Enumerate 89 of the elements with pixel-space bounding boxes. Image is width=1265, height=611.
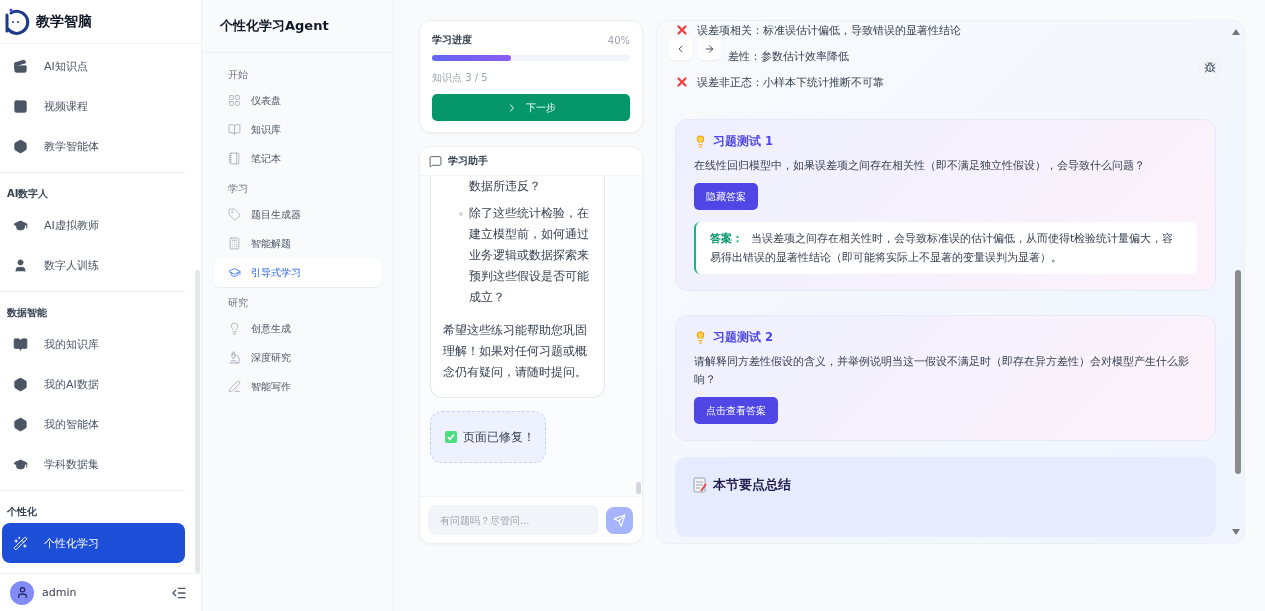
sidebar-item[interactable]: 我的知识库 [2, 324, 185, 364]
scrollbar[interactable] [195, 270, 200, 573]
nav-item[interactable]: 创意生成 [214, 314, 381, 343]
bug-icon [1204, 60, 1216, 74]
nav-item[interactable]: 仪表盘 [214, 86, 381, 115]
cross-icon [675, 23, 689, 37]
section-label: 数据智能 [6, 306, 48, 320]
cube-icon [13, 138, 28, 154]
microscope-icon [228, 351, 241, 364]
message-text: 希望这些练习能帮助您巩固理解！如果对任何习题或概念仍有疑问，请随时提问。 [443, 322, 588, 381]
send-icon [613, 513, 626, 527]
graduation-cap-icon [228, 266, 241, 279]
scrollbar[interactable] [636, 482, 641, 494]
sidebar-item[interactable]: 我的智能体 [2, 404, 185, 444]
lightbulb-icon [694, 135, 707, 148]
issue-text: 差性：参数估计效率降低 [728, 48, 849, 64]
quiz-title: 习题测试 2 [713, 330, 773, 345]
progress-title: 学习进度 [432, 33, 472, 47]
graduation-cap-icon [13, 217, 28, 233]
forward-button[interactable] [698, 37, 721, 60]
send-button[interactable] [606, 506, 633, 534]
sidebar-item[interactable]: AI知识点 [2, 46, 185, 86]
memo-icon [693, 477, 707, 493]
nav-item[interactable]: 智能写作 [214, 372, 381, 401]
sidebar-item[interactable]: 个性化学习 [2, 523, 185, 563]
sidebar-item[interactable]: 我的AI数据 [2, 364, 185, 404]
progress-percent: 40% [607, 34, 630, 46]
chat-title: 学习助手 [448, 154, 488, 168]
section-label: AI数字人 [6, 187, 50, 201]
sidebar-item[interactable]: 教学智能体 [2, 126, 185, 166]
nav-item[interactable]: 智能解题 [214, 229, 381, 258]
answer-toggle-button[interactable]: 点击查看答案 [694, 397, 778, 424]
sidebar-item[interactable]: 视频课程 [2, 86, 185, 126]
cross-icon [675, 75, 689, 89]
lightbulb-icon [694, 331, 707, 344]
scroll-down-icon[interactable] [1232, 529, 1240, 535]
scroll-up-icon[interactable] [1232, 29, 1240, 35]
arrow-right-icon [704, 42, 715, 55]
chat-icon [429, 154, 442, 168]
grid-icon [228, 94, 241, 107]
section-label: 学习 [227, 182, 249, 196]
message-input[interactable]: 有问题吗？尽管问... [428, 505, 599, 535]
nav-item[interactable]: 深度研究 [214, 343, 381, 372]
issue-text: 误差项相关：标准误估计偏低，导致错误的显著性结论 [697, 22, 961, 38]
quiz-title: 习题测试 1 [713, 134, 773, 149]
nav-item[interactable]: 知识库 [214, 115, 381, 144]
scrollbar-thumb[interactable] [1235, 270, 1241, 474]
nav-item[interactable]: 题目生成器 [214, 200, 381, 229]
calculator-icon [228, 237, 241, 250]
bullet-icon [459, 212, 463, 216]
logo-icon [4, 6, 30, 37]
sidebar-item[interactable]: AI虚拟教师 [2, 205, 185, 245]
section-label: 开始 [227, 68, 249, 82]
answer-text: 答案： 当误差项之间存在相关性时，会导致标准误的估计偏低，从而使得t检验统计量偏大，容易得出错误的显著性结论（即可能将实际上不显著的变量误判为显著）。 [710, 231, 1175, 266]
nav-item[interactable]: 笔记本 [214, 144, 381, 173]
issue-text: 误差非正态：小样本下统计推断不可靠 [697, 74, 884, 90]
bug-button[interactable] [1198, 55, 1222, 79]
wand-icon [13, 535, 28, 551]
panel-title: 个性化学习Agent [202, 0, 393, 53]
sidebar-item[interactable]: 数字人训练 [2, 245, 185, 285]
back-button[interactable] [669, 37, 692, 60]
quiz-question: 请解释同方差性假设的含义，并举例说明当这一假设不满足时（即存在异方差性）会对模型产生什么影响？ [694, 354, 1190, 388]
book-icon [13, 336, 28, 352]
user-name: admin [42, 586, 78, 599]
avatar[interactable] [10, 580, 34, 605]
summary-title: 本节要点总结 [713, 477, 791, 494]
next-button[interactable]: 下一步 [432, 94, 630, 121]
brand-title: 教学智脑 [36, 12, 92, 31]
message-text: 除了这些统计检验，在建立模型前，如何通过业务逻辑或数据探索来预判这些假设是否可能成立？ [469, 205, 590, 306]
answer-toggle-button[interactable]: 隐藏答案 [694, 183, 758, 210]
clapperboard-icon [13, 58, 28, 74]
check-icon [445, 431, 457, 443]
message-text: 数据所违反？ [469, 178, 541, 195]
section-label: 研究 [227, 296, 249, 310]
pen-icon [228, 380, 241, 393]
quiz-question: 在线性回归模型中，如果误差项之间存在相关性（即不满足独立性假设），会导致什么问题？ [694, 158, 1146, 174]
notebook-icon [228, 152, 241, 165]
status-text: 页面已修复！ [463, 429, 535, 445]
tag-icon [228, 208, 241, 221]
sidebar-item[interactable]: 学科数据集 [2, 444, 185, 484]
nav-item[interactable]: 引导式学习 [214, 258, 381, 287]
section-label: 个性化 [6, 505, 38, 519]
person-icon [15, 586, 29, 599]
person-icon [13, 257, 28, 273]
book-icon [228, 123, 241, 136]
progress-caption: 知识点 3 / 5 [432, 71, 489, 85]
cube-icon [13, 416, 28, 432]
lightbulb-icon [228, 322, 241, 335]
graduation-cap-icon [13, 456, 28, 472]
